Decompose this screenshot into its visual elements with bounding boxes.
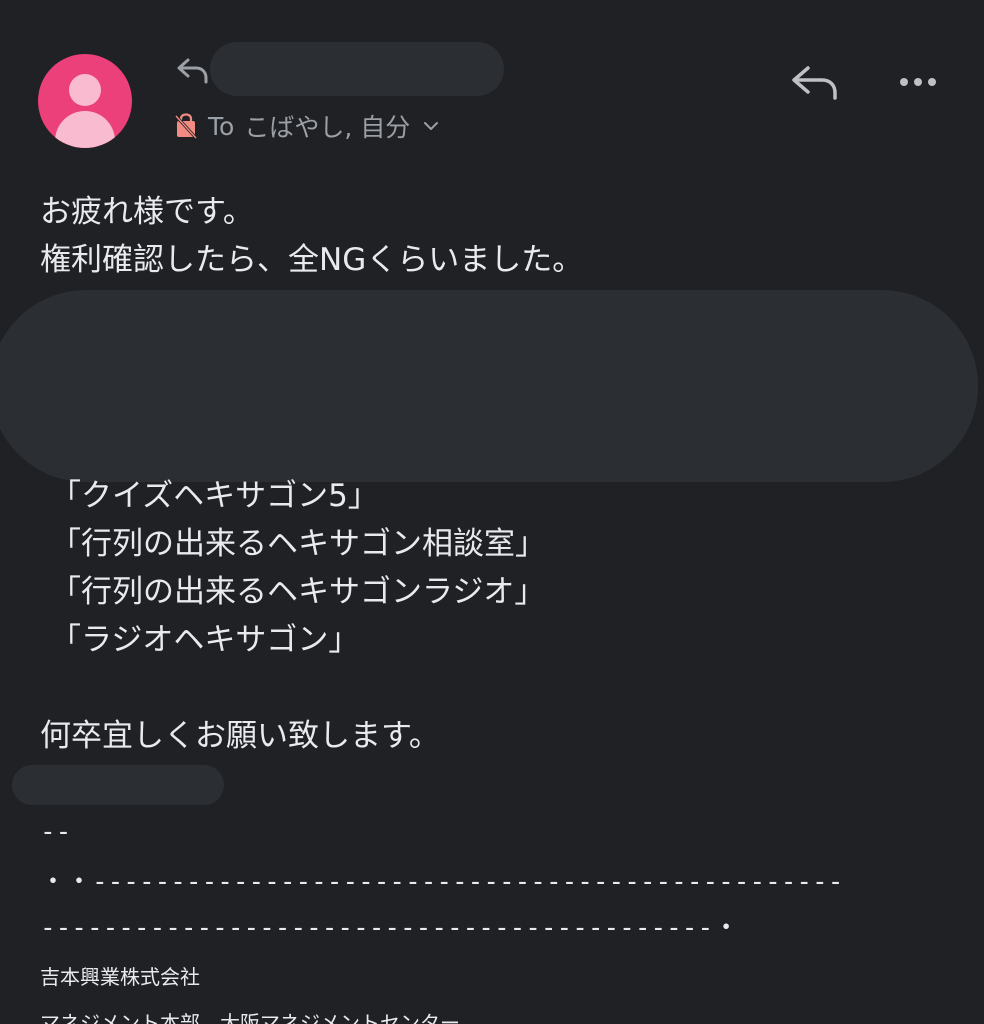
program-title: 「行列の出来るヘキサゴンラジオ」: [50, 574, 546, 610]
department-name: マネジメント本部 大阪マネジメントセンター: [40, 1011, 460, 1024]
shopping-bag-label-icon: [174, 113, 198, 139]
signature-separator: --: [40, 817, 72, 847]
signature-rule-line: ----------------------------------------…: [40, 913, 740, 943]
notice-text: 権利確認したら、全NGくらいました。: [40, 242, 584, 278]
reply-button[interactable]: [786, 58, 842, 106]
program-title-list: 「クイズヘキサゴン5」 「行列の出来るヘキサゴン相談室」 「行列の出来るヘキサゴ…: [50, 472, 546, 664]
signer-name-redacted: [12, 765, 224, 805]
body-redacted-block: [0, 290, 978, 482]
program-title: 「行列の出来るヘキサゴン相談室」: [50, 526, 546, 562]
avatar-head: [69, 74, 101, 106]
chevron-down-icon[interactable]: [422, 117, 440, 135]
message-header: To こばやし, 自分: [0, 0, 984, 170]
program-title: 「ラジオヘキサゴン」: [50, 622, 360, 658]
signature-rule-line: ・・--------------------------------------…: [40, 867, 844, 897]
company-name: 吉本興業株式会社: [40, 965, 200, 989]
avatar-body: [55, 111, 115, 148]
recipients-row[interactable]: To こばやし, 自分: [174, 106, 440, 146]
recipients-list: こばやし, 自分: [244, 113, 411, 142]
greeting-text: お疲れ様です。: [40, 194, 254, 230]
to-label: To: [208, 111, 235, 141]
program-title: 「クイズヘキサゴン5」: [50, 478, 379, 514]
closing-text: 何卒宜しくお願い致します。: [40, 718, 440, 754]
sender-name-redacted: [210, 42, 504, 96]
more-options-icon[interactable]: [894, 60, 942, 104]
sender-avatar[interactable]: [38, 54, 132, 148]
reply-arrow-icon: [177, 58, 208, 84]
